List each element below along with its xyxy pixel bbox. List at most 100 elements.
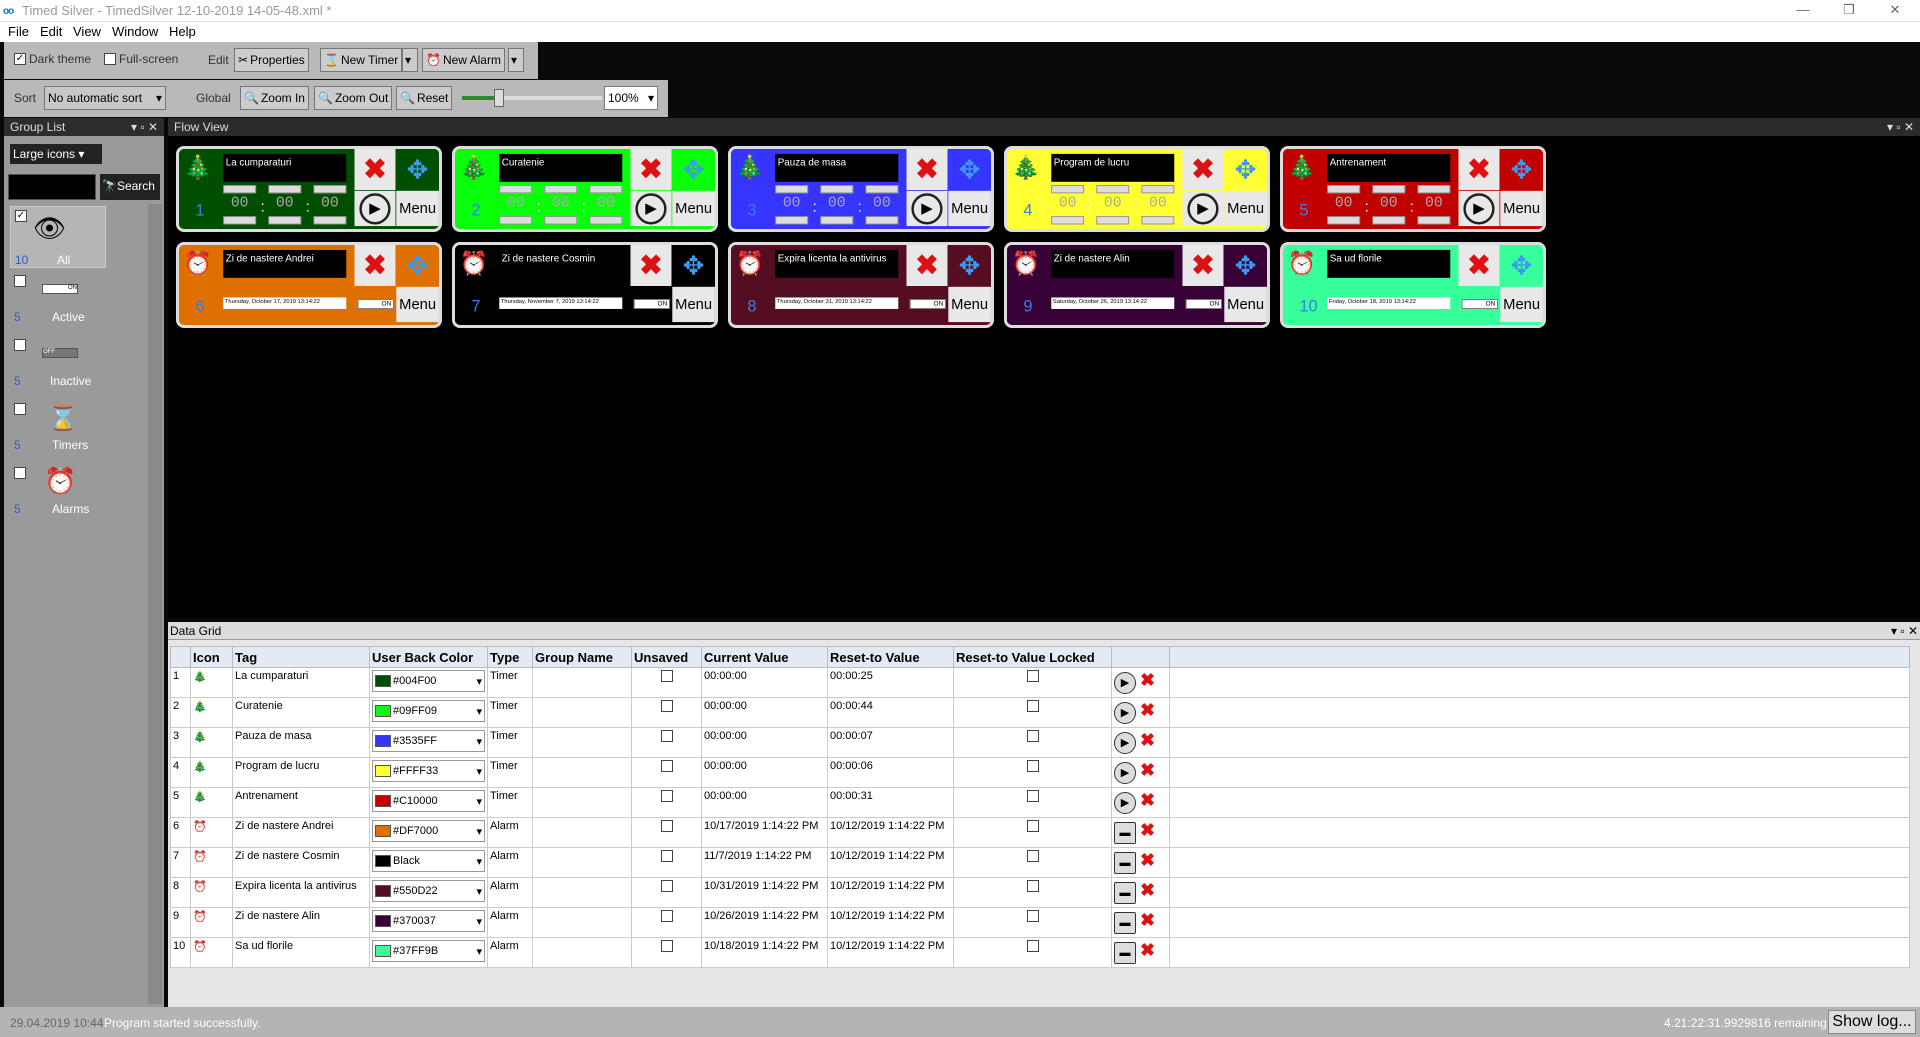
time-value[interactable]: 00 — [1141, 195, 1174, 215]
delete-x-icon[interactable]: ✖ — [1140, 850, 1155, 870]
group-item-all[interactable]: ✓ 👁 10 All — [10, 206, 106, 268]
active-toggle[interactable]: ON — [357, 299, 394, 309]
table-row[interactable]: 3 🎄 Pauza de masa #3535FF ▾ Timer 00:00:00 00:0… — [170, 727, 1910, 758]
delete-x-icon[interactable]: ✖ — [1140, 790, 1155, 810]
group-checkbox[interactable] — [14, 275, 26, 287]
table-row[interactable]: 9 ⏰ Zi de nastere Alin #370037 ▾ Alarm 10/26/2… — [170, 907, 1910, 938]
play-button[interactable]: ▶ — [1458, 190, 1500, 227]
time-field[interactable]: 00 — [1372, 185, 1406, 225]
card-menu-button[interactable]: Menu — [1224, 190, 1267, 227]
increment-arrow-icon[interactable] — [499, 185, 533, 194]
chevron-down-icon[interactable]: ▾ — [476, 945, 482, 958]
decrement-arrow-icon[interactable] — [223, 216, 257, 225]
column-header[interactable]: Reset-to Value Locked — [953, 646, 1112, 668]
delete-button[interactable]: ✖ — [630, 149, 672, 190]
unsaved-checkbox[interactable] — [660, 760, 673, 772]
group-name-cell[interactable] — [532, 697, 632, 728]
toggle-icon[interactable]: ▬ — [1114, 822, 1136, 844]
tag-cell[interactable]: Pauza de masa — [232, 727, 370, 758]
color-cell[interactable]: #C10000 ▾ — [369, 787, 488, 818]
delete-button[interactable]: ✖ — [1182, 245, 1224, 286]
color-cell[interactable]: #3535FF ▾ — [369, 727, 488, 758]
unsaved-checkbox[interactable] — [660, 910, 673, 922]
color-cell[interactable]: #550D22 ▾ — [369, 877, 488, 908]
color-cell[interactable]: #004F00 ▾ — [369, 667, 488, 698]
group-item-timers[interactable]: ⌛ 5 Timers — [10, 400, 106, 460]
group-name-cell[interactable] — [532, 787, 632, 818]
increment-arrow-icon[interactable] — [589, 185, 623, 194]
group-name-cell[interactable] — [532, 667, 632, 698]
delete-button[interactable]: ✖ — [1458, 149, 1500, 190]
time-field[interactable]: 00 — [820, 185, 854, 225]
sidebar-scrollbar[interactable] — [148, 204, 162, 1004]
type-cell[interactable]: Alarm — [487, 847, 533, 878]
reset-value-cell[interactable]: 00:00:07 — [827, 727, 954, 758]
search-input[interactable] — [8, 174, 96, 200]
active-toggle[interactable]: ON — [909, 299, 946, 309]
type-cell[interactable]: Alarm — [487, 937, 533, 968]
zoom-slider-thumb[interactable] — [494, 89, 504, 107]
color-picker[interactable]: #3535FF ▾ — [372, 730, 485, 752]
decrement-arrow-icon[interactable] — [775, 216, 809, 225]
locked-checkbox[interactable] — [1026, 850, 1039, 862]
card-menu-button[interactable]: Menu — [672, 190, 715, 227]
date-time-picker[interactable]: Thursday, October 31, 2019 13:14:22 — [775, 297, 899, 309]
color-picker[interactable]: #DF7000 ▾ — [372, 820, 485, 842]
column-header[interactable]: Type — [487, 646, 533, 668]
table-row[interactable]: 4 🎄 Program de lucru #FFFF33 ▾ Timer 00:00:00 0… — [170, 757, 1910, 788]
increment-arrow-icon[interactable] — [775, 185, 809, 194]
table-row[interactable]: 2 🎄 Curatenie #09FF09 ▾ Timer 00:00:00 00:00:44… — [170, 697, 1910, 728]
tag-cell[interactable]: Curatenie — [232, 697, 370, 728]
new-alarm-button[interactable]: ⏰ New Alarm — [422, 48, 505, 72]
menu-edit[interactable]: Edit — [40, 24, 62, 39]
tag-cell[interactable]: Antrenament — [232, 787, 370, 818]
play-button[interactable]: ▶ — [1182, 190, 1224, 227]
group-name-cell[interactable] — [532, 817, 632, 848]
move-button[interactable]: ✥ — [948, 149, 991, 190]
menu-view[interactable]: View — [73, 24, 101, 39]
delete-x-icon[interactable]: ✖ — [1140, 670, 1155, 690]
type-cell[interactable]: Timer — [487, 727, 533, 758]
locked-checkbox[interactable] — [1026, 700, 1039, 712]
decrement-arrow-icon[interactable] — [1051, 216, 1085, 225]
color-picker[interactable]: #550D22 ▾ — [372, 880, 485, 902]
delete-x-icon[interactable]: ✖ — [1140, 880, 1155, 900]
chevron-down-icon[interactable]: ▾ — [476, 735, 482, 748]
move-button[interactable]: ✥ — [1500, 149, 1543, 190]
time-field[interactable]: 00 — [268, 185, 302, 225]
reset-value-cell[interactable]: 00:00:44 — [827, 697, 954, 728]
move-button[interactable]: ✥ — [672, 149, 715, 190]
tag-cell[interactable]: Sa ud florile — [232, 937, 370, 968]
type-cell[interactable]: Alarm — [487, 877, 533, 908]
table-row[interactable]: 8 ⏰ Expira licenta la antivirus #550D22 ▾ Ala… — [170, 877, 1910, 908]
decrement-arrow-icon[interactable] — [1327, 216, 1361, 225]
date-time-picker[interactable]: Thursday, November 7, 2019 13:14:22 — [499, 297, 623, 309]
column-header[interactable]: Group Name — [532, 646, 632, 668]
move-button[interactable]: ✥ — [1500, 245, 1543, 286]
decrement-arrow-icon[interactable] — [268, 216, 302, 225]
decrement-arrow-icon[interactable] — [1096, 216, 1130, 225]
increment-arrow-icon[interactable] — [1417, 185, 1451, 194]
card-menu-button[interactable]: Menu — [1500, 190, 1543, 227]
zoom-out-button[interactable]: 🔍 Zoom Out — [314, 86, 393, 110]
current-value-cell[interactable]: 00:00:00 — [701, 757, 828, 788]
dark-theme-toggle[interactable]: ✓ Dark theme — [14, 52, 91, 66]
time-value[interactable]: 00 — [775, 195, 808, 215]
decrement-arrow-icon[interactable] — [589, 216, 623, 225]
reset-value-cell[interactable]: 00:00:25 — [827, 667, 954, 698]
play-button[interactable]: ▶ — [354, 190, 396, 227]
time-field[interactable]: 00 — [1327, 185, 1361, 225]
time-value[interactable]: 00 — [1051, 195, 1084, 215]
current-value-cell[interactable]: 00:00:00 — [701, 697, 828, 728]
locked-checkbox[interactable] — [1026, 940, 1039, 952]
table-row[interactable]: 10 ⏰ Sa ud florile #37FF9B ▾ Alarm 10/18/2019 … — [170, 937, 1910, 968]
delete-button[interactable]: ✖ — [906, 245, 948, 286]
time-value[interactable]: 00 — [1096, 195, 1129, 215]
increment-arrow-icon[interactable] — [820, 185, 854, 194]
color-cell[interactable]: #37FF9B ▾ — [369, 937, 488, 968]
unsaved-checkbox[interactable] — [660, 700, 673, 712]
column-header[interactable]: Current Value — [701, 646, 828, 668]
time-field[interactable]: 00 — [865, 185, 899, 225]
tag-cell[interactable]: Expira licenta la antivirus — [232, 877, 370, 908]
move-button[interactable]: ✥ — [396, 245, 439, 286]
